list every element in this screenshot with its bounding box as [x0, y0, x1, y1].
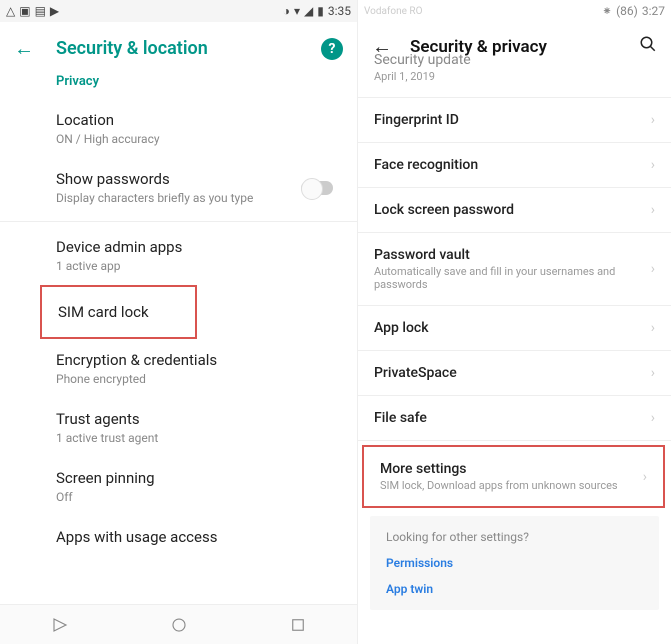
- item-encryption[interactable]: Encryption & credentials Phone encrypted: [0, 339, 357, 398]
- item-sub: Phone encrypted: [56, 372, 357, 386]
- item-password-vault[interactable]: Password vault Automatically save and fi…: [358, 233, 671, 306]
- wifi-icon: ▾: [294, 4, 300, 18]
- help-icon[interactable]: ?: [321, 38, 343, 60]
- item-show-passwords[interactable]: Show passwords Display characters briefl…: [0, 158, 357, 217]
- battery-icon: ▮: [317, 4, 324, 18]
- item-more-settings[interactable]: More settings SIM lock, Download apps fr…: [364, 447, 663, 506]
- bluetooth-icon: ⁕: [602, 4, 612, 18]
- item-app-lock[interactable]: App lock ›: [358, 306, 671, 351]
- item-title: Screen pinning: [56, 469, 357, 487]
- item-sub: April 1, 2019: [374, 70, 655, 83]
- page-title: Security & location: [56, 38, 321, 59]
- highlight-more-settings: More settings SIM lock, Download apps fr…: [362, 445, 665, 508]
- settings-list: Privacy Location ON / High accuracy Show…: [0, 58, 357, 604]
- status-bar: △ ▣ ▤ ▶ ◑ ▾ ◢ ▮ 3:35: [0, 0, 357, 22]
- item-trust-agents[interactable]: Trust agents 1 active trust agent: [0, 398, 357, 457]
- chevron-right-icon: ›: [651, 320, 655, 336]
- item-title: SIM card lock: [58, 303, 195, 321]
- item-sub: Display characters briefly as you type: [56, 191, 253, 205]
- nav-bar: [0, 604, 357, 644]
- item-sub: Automatically save and fill in your user…: [374, 265, 651, 291]
- chevron-right-icon: ›: [651, 112, 655, 128]
- divider: [0, 221, 357, 222]
- image-icon: ▣: [19, 4, 30, 18]
- item-title: Device admin apps: [56, 238, 357, 256]
- phone-stock-android: △ ▣ ▤ ▶ ◑ ▾ ◢ ▮ 3:35 ← Security & locati…: [0, 0, 358, 644]
- item-title: App lock: [374, 320, 651, 336]
- toggle-switch[interactable]: [301, 181, 333, 195]
- item-title: PrivateSpace: [374, 365, 651, 381]
- drive-icon: △: [6, 4, 15, 18]
- section-privacy: Privacy: [0, 58, 357, 99]
- item-sub: Off: [56, 490, 357, 504]
- play-icon: ▶: [50, 4, 59, 18]
- clock-text: 3:35: [328, 4, 351, 18]
- item-sim-card-lock[interactable]: SIM card lock: [40, 285, 197, 339]
- settings-list: Security update April 1, 2019 Fingerprin…: [358, 48, 671, 644]
- carrier-text: Vodafone RO: [364, 6, 422, 17]
- item-title: Encryption & credentials: [56, 351, 357, 369]
- item-file-safe[interactable]: File safe ›: [358, 396, 671, 441]
- item-title: Show passwords: [56, 170, 253, 188]
- item-title: Lock screen password: [374, 202, 651, 218]
- chevron-right-icon: ›: [651, 261, 655, 277]
- clock-text: 3:27: [642, 4, 665, 18]
- item-title: Face recognition: [374, 157, 651, 173]
- link-permissions[interactable]: Permissions: [386, 556, 643, 570]
- nfc-icon: ◑: [283, 4, 290, 18]
- item-location[interactable]: Location ON / High accuracy: [0, 99, 357, 158]
- item-sub: ON / High accuracy: [56, 132, 357, 146]
- nav-home-icon[interactable]: [170, 616, 188, 634]
- footer-prompt: Looking for other settings?: [386, 530, 643, 544]
- nav-back-icon[interactable]: [51, 616, 69, 634]
- link-app-twin[interactable]: App twin: [386, 582, 643, 596]
- chevron-right-icon: ›: [651, 202, 655, 218]
- item-fingerprint[interactable]: Fingerprint ID ›: [358, 98, 671, 143]
- item-usage-access[interactable]: Apps with usage access: [0, 516, 357, 558]
- status-bar: Vodafone RO ⁕ (86) 3:27: [358, 0, 671, 22]
- doc-icon: ▤: [35, 4, 46, 18]
- item-lockscreen[interactable]: Lock screen password ›: [358, 188, 671, 233]
- item-title: Password vault: [374, 247, 651, 263]
- item-title: Apps with usage access: [56, 528, 357, 546]
- footer-card: Looking for other settings? Permissions …: [370, 516, 659, 610]
- item-face[interactable]: Face recognition ›: [358, 143, 671, 188]
- item-screen-pinning[interactable]: Screen pinning Off: [0, 457, 357, 516]
- signal-icon: ◢: [304, 4, 313, 18]
- battery-text: (86): [616, 4, 638, 18]
- item-title: More settings: [380, 461, 643, 477]
- item-title: Trust agents: [56, 410, 357, 428]
- chevron-right-icon: ›: [651, 410, 655, 426]
- item-title: Fingerprint ID: [374, 112, 651, 128]
- chevron-right-icon: ›: [651, 365, 655, 381]
- chevron-right-icon: ›: [651, 157, 655, 173]
- item-security-update[interactable]: Security update April 1, 2019: [358, 48, 671, 98]
- item-privatespace[interactable]: PrivateSpace ›: [358, 351, 671, 396]
- item-sub: 1 active trust agent: [56, 431, 357, 445]
- phone-emui: Vodafone RO ⁕ (86) 3:27 ← Security & pri…: [358, 0, 671, 644]
- item-device-admin[interactable]: Device admin apps 1 active app: [0, 226, 357, 285]
- item-sub: SIM lock, Download apps from unknown sou…: [380, 479, 643, 492]
- nav-recent-icon[interactable]: [289, 616, 307, 634]
- chevron-right-icon: ›: [643, 469, 647, 485]
- item-title: File safe: [374, 410, 651, 426]
- item-title: Location: [56, 111, 357, 129]
- item-title: Security update: [374, 52, 655, 68]
- item-sub: 1 active app: [56, 259, 357, 273]
